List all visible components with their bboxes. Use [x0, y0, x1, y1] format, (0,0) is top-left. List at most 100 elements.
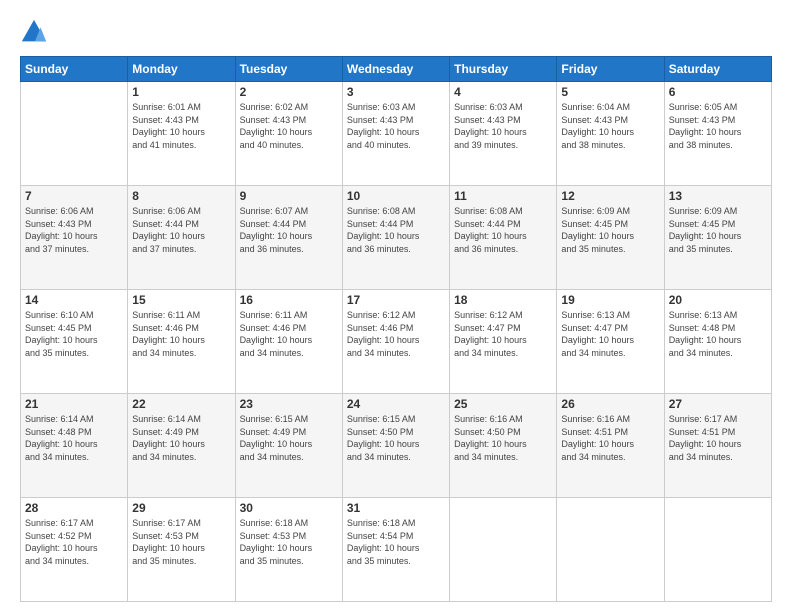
calendar-cell [664, 498, 771, 602]
day-number: 11 [454, 189, 552, 203]
day-number: 16 [240, 293, 338, 307]
calendar-week-1: 1 Sunrise: 6:01 AM Sunset: 4:43 PM Daylig… [21, 82, 772, 186]
day-number: 21 [25, 397, 123, 411]
calendar-cell [21, 82, 128, 186]
calendar-cell: 14 Sunrise: 6:10 AM Sunset: 4:45 PM Dayli… [21, 290, 128, 394]
day-info: Sunrise: 6:14 AM Sunset: 4:49 PM Dayligh… [132, 413, 230, 463]
calendar-header-tuesday: Tuesday [235, 57, 342, 82]
calendar-cell: 13Sunrise: 6:09 AM Sunset: 4:45 PM Dayli… [664, 186, 771, 290]
day-info: Sunrise: 6:17 AM Sunset: 4:53 PM Dayligh… [132, 517, 230, 567]
day-info: Sunrise: 6:13 AM Sunset: 4:47 PM Dayligh… [561, 309, 659, 359]
day-number: 2 [240, 85, 338, 99]
day-info: Sunrise: 6:03 AM Sunset: 4:43 PM Dayligh… [347, 101, 445, 151]
day-info: Sunrise: 6:11 AM Sunset: 4:46 PM Dayligh… [132, 309, 230, 359]
calendar-cell: 9 Sunrise: 6:07 AM Sunset: 4:44 PM Daylig… [235, 186, 342, 290]
day-number: 29 [132, 501, 230, 515]
calendar-header-row: SundayMondayTuesdayWednesdayThursdayFrid… [21, 57, 772, 82]
calendar-week-4: 21 Sunrise: 6:14 AM Sunset: 4:48 PM Dayli… [21, 394, 772, 498]
day-info: Sunrise: 6:08 AM Sunset: 4:44 PM Dayligh… [454, 205, 552, 255]
day-number: 27 [669, 397, 767, 411]
day-number: 12 [561, 189, 659, 203]
calendar-cell: 7Sunrise: 6:06 AM Sunset: 4:43 PM Daylig… [21, 186, 128, 290]
calendar-cell: 8 Sunrise: 6:06 AM Sunset: 4:44 PM Daylig… [128, 186, 235, 290]
calendar-cell: 1 Sunrise: 6:01 AM Sunset: 4:43 PM Daylig… [128, 82, 235, 186]
day-info: Sunrise: 6:04 AM Sunset: 4:43 PM Dayligh… [561, 101, 659, 151]
day-info: Sunrise: 6:02 AM Sunset: 4:43 PM Dayligh… [240, 101, 338, 151]
calendar-cell: 21 Sunrise: 6:14 AM Sunset: 4:48 PM Dayli… [21, 394, 128, 498]
day-number: 20 [669, 293, 767, 307]
day-number: 5 [561, 85, 659, 99]
day-info: Sunrise: 6:17 AM Sunset: 4:51 PM Dayligh… [669, 413, 767, 463]
day-number: 28 [25, 501, 123, 515]
calendar-cell: 22 Sunrise: 6:14 AM Sunset: 4:49 PM Dayli… [128, 394, 235, 498]
calendar-cell: 20Sunrise: 6:13 AM Sunset: 4:48 PM Dayli… [664, 290, 771, 394]
calendar-cell: 16 Sunrise: 6:11 AM Sunset: 4:46 PM Dayli… [235, 290, 342, 394]
day-info: Sunrise: 6:16 AM Sunset: 4:51 PM Dayligh… [561, 413, 659, 463]
day-info: Sunrise: 6:03 AM Sunset: 4:43 PM Dayligh… [454, 101, 552, 151]
day-number: 19 [561, 293, 659, 307]
day-number: 24 [347, 397, 445, 411]
day-info: Sunrise: 6:01 AM Sunset: 4:43 PM Dayligh… [132, 101, 230, 151]
day-number: 13 [669, 189, 767, 203]
day-number: 14 [25, 293, 123, 307]
day-info: Sunrise: 6:14 AM Sunset: 4:48 PM Dayligh… [25, 413, 123, 463]
day-info: Sunrise: 6:10 AM Sunset: 4:45 PM Dayligh… [25, 309, 123, 359]
calendar-header-sunday: Sunday [21, 57, 128, 82]
day-number: 18 [454, 293, 552, 307]
day-info: Sunrise: 6:15 AM Sunset: 4:49 PM Dayligh… [240, 413, 338, 463]
day-info: Sunrise: 6:17 AM Sunset: 4:52 PM Dayligh… [25, 517, 123, 567]
day-number: 9 [240, 189, 338, 203]
day-info: Sunrise: 6:16 AM Sunset: 4:50 PM Dayligh… [454, 413, 552, 463]
calendar-cell: 29 Sunrise: 6:17 AM Sunset: 4:53 PM Dayli… [128, 498, 235, 602]
day-info: Sunrise: 6:18 AM Sunset: 4:54 PM Dayligh… [347, 517, 445, 567]
calendar-table: SundayMondayTuesdayWednesdayThursdayFrid… [20, 56, 772, 602]
day-info: Sunrise: 6:07 AM Sunset: 4:44 PM Dayligh… [240, 205, 338, 255]
logo [20, 18, 52, 46]
day-info: Sunrise: 6:06 AM Sunset: 4:44 PM Dayligh… [132, 205, 230, 255]
day-info: Sunrise: 6:06 AM Sunset: 4:43 PM Dayligh… [25, 205, 123, 255]
calendar-cell: 11 Sunrise: 6:08 AM Sunset: 4:44 PM Dayli… [450, 186, 557, 290]
day-info: Sunrise: 6:12 AM Sunset: 4:47 PM Dayligh… [454, 309, 552, 359]
day-number: 26 [561, 397, 659, 411]
day-number: 17 [347, 293, 445, 307]
calendar-header-saturday: Saturday [664, 57, 771, 82]
day-info: Sunrise: 6:09 AM Sunset: 4:45 PM Dayligh… [561, 205, 659, 255]
calendar-cell: 31 Sunrise: 6:18 AM Sunset: 4:54 PM Dayli… [342, 498, 449, 602]
day-info: Sunrise: 6:05 AM Sunset: 4:43 PM Dayligh… [669, 101, 767, 151]
calendar-cell: 2 Sunrise: 6:02 AM Sunset: 4:43 PM Daylig… [235, 82, 342, 186]
day-number: 31 [347, 501, 445, 515]
calendar-cell: 12 Sunrise: 6:09 AM Sunset: 4:45 PM Dayli… [557, 186, 664, 290]
calendar-cell: 26 Sunrise: 6:16 AM Sunset: 4:51 PM Dayli… [557, 394, 664, 498]
calendar-cell [450, 498, 557, 602]
calendar-cell: 15Sunrise: 6:11 AM Sunset: 4:46 PM Dayli… [128, 290, 235, 394]
day-number: 22 [132, 397, 230, 411]
day-info: Sunrise: 6:15 AM Sunset: 4:50 PM Dayligh… [347, 413, 445, 463]
calendar-header-monday: Monday [128, 57, 235, 82]
day-number: 30 [240, 501, 338, 515]
day-info: Sunrise: 6:12 AM Sunset: 4:46 PM Dayligh… [347, 309, 445, 359]
day-info: Sunrise: 6:08 AM Sunset: 4:44 PM Dayligh… [347, 205, 445, 255]
calendar-cell: 3Sunrise: 6:03 AM Sunset: 4:43 PM Daylig… [342, 82, 449, 186]
calendar-cell: 19 Sunrise: 6:13 AM Sunset: 4:47 PM Dayli… [557, 290, 664, 394]
calendar-cell: 30 Sunrise: 6:18 AM Sunset: 4:53 PM Dayli… [235, 498, 342, 602]
calendar-cell: 5 Sunrise: 6:04 AM Sunset: 4:43 PM Daylig… [557, 82, 664, 186]
calendar-cell: 28 Sunrise: 6:17 AM Sunset: 4:52 PM Dayli… [21, 498, 128, 602]
day-number: 1 [132, 85, 230, 99]
calendar-week-5: 28 Sunrise: 6:17 AM Sunset: 4:52 PM Dayli… [21, 498, 772, 602]
day-number: 10 [347, 189, 445, 203]
day-number: 25 [454, 397, 552, 411]
day-number: 6 [669, 85, 767, 99]
calendar-week-2: 7Sunrise: 6:06 AM Sunset: 4:43 PM Daylig… [21, 186, 772, 290]
calendar-header-wednesday: Wednesday [342, 57, 449, 82]
calendar-cell: 17 Sunrise: 6:12 AM Sunset: 4:46 PM Dayli… [342, 290, 449, 394]
header [20, 18, 772, 46]
day-number: 23 [240, 397, 338, 411]
day-info: Sunrise: 6:18 AM Sunset: 4:53 PM Dayligh… [240, 517, 338, 567]
calendar-week-3: 14 Sunrise: 6:10 AM Sunset: 4:45 PM Dayli… [21, 290, 772, 394]
calendar-cell: 25 Sunrise: 6:16 AM Sunset: 4:50 PM Dayli… [450, 394, 557, 498]
day-number: 8 [132, 189, 230, 203]
page: SundayMondayTuesdayWednesdayThursdayFrid… [0, 0, 792, 612]
day-info: Sunrise: 6:11 AM Sunset: 4:46 PM Dayligh… [240, 309, 338, 359]
calendar-cell: 27 Sunrise: 6:17 AM Sunset: 4:51 PM Dayli… [664, 394, 771, 498]
calendar-cell: 24 Sunrise: 6:15 AM Sunset: 4:50 PM Dayli… [342, 394, 449, 498]
